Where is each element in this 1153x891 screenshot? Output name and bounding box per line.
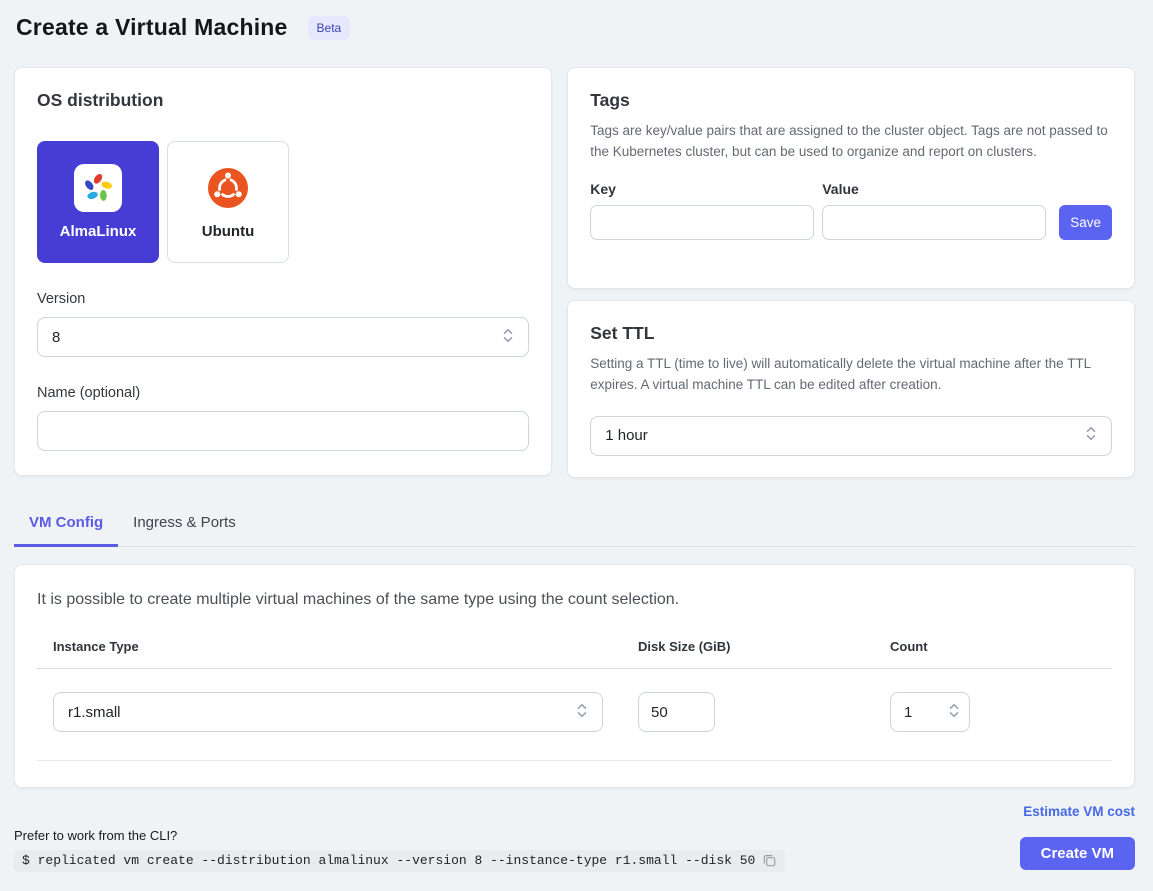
tags-description: Tags are key/value pairs that are assign… xyxy=(590,121,1112,163)
tag-value-input[interactable] xyxy=(822,205,1046,240)
tab-ingress-ports[interactable]: Ingress & Ports xyxy=(118,504,251,547)
create-vm-button[interactable]: Create VM xyxy=(1020,837,1135,870)
version-label: Version xyxy=(37,291,529,307)
instance-type-select[interactable]: r1.small xyxy=(53,692,603,732)
vm-config-card: It is possible to create multiple virtua… xyxy=(14,564,1135,788)
version-select[interactable]: 8 xyxy=(37,317,529,357)
ubuntu-logo-icon xyxy=(204,164,252,212)
os-options: AlmaLinux xyxy=(37,141,529,263)
vm-config-description: It is possible to create multiple virtua… xyxy=(37,591,1112,609)
os-option-label: AlmaLinux xyxy=(60,223,137,240)
count-value: 1 xyxy=(904,704,912,721)
right-column: Tags Tags are key/value pairs that are a… xyxy=(567,67,1135,478)
instance-type-cell: r1.small xyxy=(53,692,638,732)
estimate-row: Estimate VM cost xyxy=(14,803,1135,821)
chevron-up-down-icon xyxy=(1085,425,1097,446)
cli-section: Prefer to work from the CLI? $ replicate… xyxy=(14,828,785,872)
ttl-select-wrap: 1 hour xyxy=(590,416,1112,456)
vm-table: Instance Type Disk Size (GiB) Count r1.s… xyxy=(37,639,1112,761)
count-cell: 1 xyxy=(890,692,1112,732)
column-count: Count xyxy=(890,639,1112,654)
key-label: Key xyxy=(590,181,814,197)
stepper-up-down-icon[interactable] xyxy=(948,702,960,723)
tab-vm-config[interactable]: VM Config xyxy=(14,504,118,547)
os-option-almalinux[interactable]: AlmaLinux xyxy=(37,141,159,263)
copy-icon[interactable] xyxy=(762,853,777,868)
page-title: Create a Virtual Machine xyxy=(16,14,288,41)
instance-type-value: r1.small xyxy=(68,704,121,721)
cli-command-text: $ replicated vm create --distribution al… xyxy=(22,853,755,868)
version-select-value: 8 xyxy=(52,329,60,346)
cli-label: Prefer to work from the CLI? xyxy=(14,828,785,843)
config-tabs: VM Config Ingress & Ports xyxy=(14,504,1135,547)
tags-card: Tags Tags are key/value pairs that are a… xyxy=(567,67,1135,289)
os-option-label: Ubuntu xyxy=(202,223,254,240)
top-cards-row: OS distribution AlmaLinux xyxy=(14,67,1135,478)
chevron-up-down-icon xyxy=(576,702,588,723)
almalinux-logo-icon xyxy=(74,164,122,212)
vm-table-row: r1.small 1 xyxy=(37,669,1112,761)
column-disk-size: Disk Size (GiB) xyxy=(638,639,890,654)
tags-form: Key Value Save xyxy=(590,181,1112,240)
create-vm-page: Create a Virtual Machine Beta OS distrib… xyxy=(0,0,1153,891)
os-distribution-card: OS distribution AlmaLinux xyxy=(14,67,552,476)
tags-card-title: Tags xyxy=(590,90,1112,111)
tag-key-field: Key xyxy=(590,181,814,240)
disk-size-cell xyxy=(638,692,890,732)
value-label: Value xyxy=(822,181,1046,197)
vm-table-header: Instance Type Disk Size (GiB) Count xyxy=(37,639,1112,669)
page-header: Create a Virtual Machine Beta xyxy=(14,14,1135,41)
column-instance-type: Instance Type xyxy=(53,639,638,654)
tag-key-input[interactable] xyxy=(590,205,814,240)
os-card-title: OS distribution xyxy=(37,90,529,111)
os-option-ubuntu[interactable]: Ubuntu xyxy=(167,141,289,263)
count-stepper[interactable]: 1 xyxy=(890,692,970,732)
footer-row: Prefer to work from the CLI? $ replicate… xyxy=(14,828,1135,872)
set-ttl-card: Set TTL Setting a TTL (time to live) wil… xyxy=(567,300,1135,478)
cli-command-bar: $ replicated vm create --distribution al… xyxy=(14,850,785,872)
name-label: Name (optional) xyxy=(37,385,529,401)
ttl-select-value: 1 hour xyxy=(605,427,648,444)
chevron-up-down-icon xyxy=(502,327,514,348)
beta-badge: Beta xyxy=(308,16,351,40)
disk-size-input[interactable] xyxy=(638,692,715,732)
estimate-vm-cost-link[interactable]: Estimate VM cost xyxy=(1023,804,1135,819)
name-input[interactable] xyxy=(37,411,529,451)
ttl-select[interactable]: 1 hour xyxy=(590,416,1112,456)
ttl-description: Setting a TTL (time to live) will automa… xyxy=(590,354,1112,396)
ttl-card-title: Set TTL xyxy=(590,323,1112,344)
tag-value-field: Value xyxy=(822,181,1046,240)
save-tag-button[interactable]: Save xyxy=(1059,205,1112,240)
